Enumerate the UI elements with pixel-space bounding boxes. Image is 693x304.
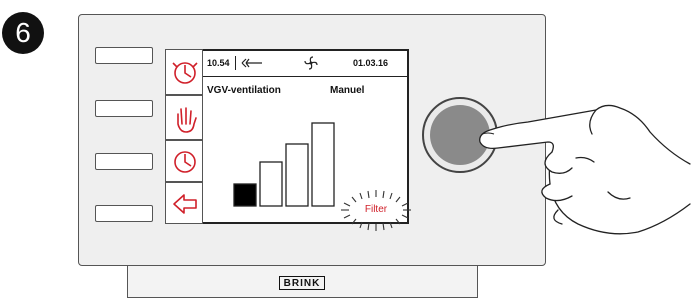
status-time: 10.54 <box>207 58 230 68</box>
soft-button-4[interactable] <box>95 205 153 222</box>
menu-key-timer[interactable] <box>165 49 203 95</box>
mode-value: Manuel <box>330 85 365 96</box>
hand-icon <box>177 107 197 133</box>
soft-button-1[interactable] <box>95 47 153 64</box>
level-bar-2 <box>259 161 283 207</box>
level-bar-1 <box>233 183 257 207</box>
fan-icon <box>304 56 318 70</box>
level-bar-4 <box>311 122 335 207</box>
input-arrow-icon <box>241 58 262 68</box>
soft-button-2[interactable] <box>95 100 153 117</box>
status-date: 01.03.16 <box>353 58 389 68</box>
menu-key-clock[interactable] <box>165 140 203 182</box>
clock-alert-icon <box>172 62 198 84</box>
clock-icon <box>174 151 196 173</box>
mode-title: VGV-ventilation <box>207 85 281 96</box>
pointing-hand-illustration <box>479 104 691 235</box>
status-divider <box>235 56 236 70</box>
brand-logo: BRINK <box>279 276 325 290</box>
back-arrow-icon <box>173 194 197 214</box>
ventilation-level-bars <box>233 122 335 207</box>
level-bar-3 <box>285 143 309 207</box>
menu-key-manual[interactable] <box>165 95 203 140</box>
filter-alert-label: Filter <box>364 204 388 215</box>
soft-button-3[interactable] <box>95 153 153 170</box>
menu-key-back[interactable] <box>165 182 203 224</box>
step-number-badge: 6 <box>2 12 44 54</box>
